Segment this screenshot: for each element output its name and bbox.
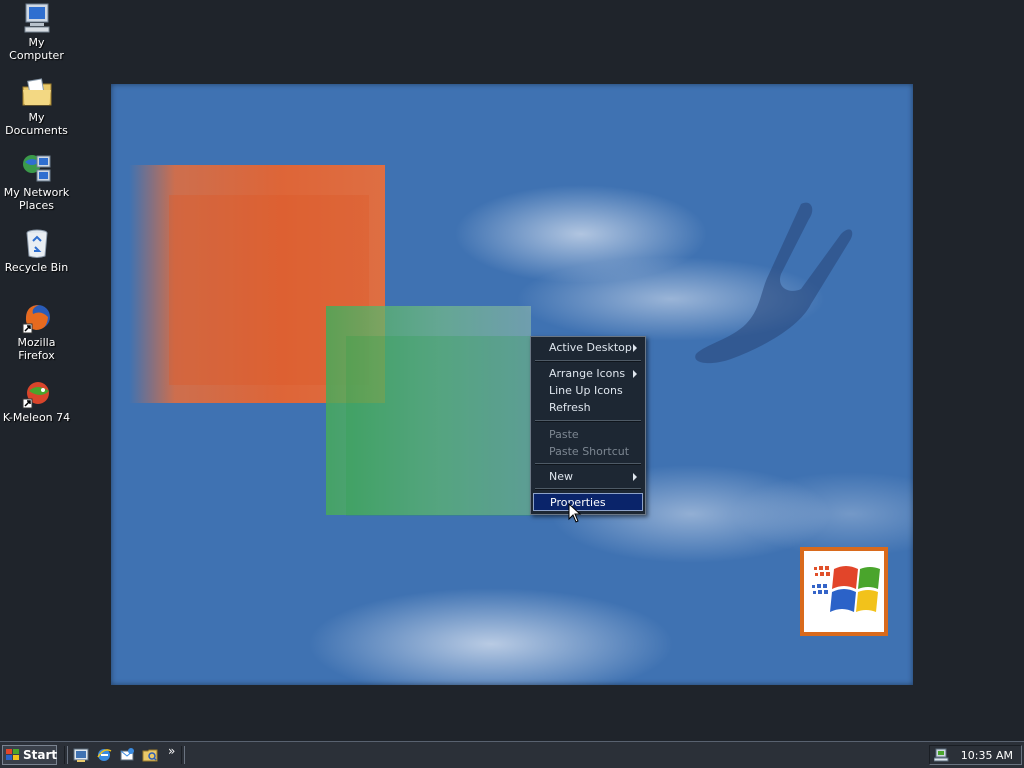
desktop-icon-mozilla-firefox[interactable]: Mozilla Firefox: [0, 302, 73, 362]
toolbar-grip[interactable]: [181, 746, 185, 764]
desktop-icon-my-documents[interactable]: My Documents: [0, 77, 73, 137]
menu-item-properties[interactable]: Properties: [533, 493, 643, 511]
clock[interactable]: 10:35 AM: [961, 749, 1013, 762]
menu-item-paste: Paste: [549, 428, 579, 441]
windows-logo: [800, 547, 888, 636]
internet-explorer-icon[interactable]: [96, 747, 112, 763]
menu-item-refresh[interactable]: Refresh: [533, 399, 643, 416]
wallpaper-green-panel: [326, 306, 531, 516]
my-documents-icon: [21, 77, 53, 109]
submenu-arrow-icon: [633, 473, 637, 481]
desktop-icon-my-network-places[interactable]: My Network Places: [0, 152, 73, 212]
quick-launch-overflow-button[interactable]: »: [168, 744, 175, 758]
mouse-pointer-icon: [568, 503, 582, 523]
firefox-icon: [21, 302, 53, 334]
menu-item-paste-shortcut: Paste Shortcut: [549, 445, 630, 458]
menu-item-active-desktop[interactable]: Active Desktop: [533, 339, 643, 356]
wallpaper: [111, 84, 913, 685]
toolbar-grip[interactable]: [64, 746, 68, 764]
desktop-icon-my-computer[interactable]: My Computer: [0, 2, 73, 62]
menu-separator: [535, 360, 641, 362]
menu-item-line-up-icons[interactable]: Line Up Icons: [533, 382, 643, 399]
menu-separator: [535, 420, 641, 422]
wallpaper-diver-silhouette: [695, 202, 853, 364]
desktop-context-menu: Active Desktop Arrange Icons Line Up Ico…: [530, 336, 646, 515]
recycle-bin-icon: [21, 227, 53, 259]
menu-separator: [535, 488, 641, 490]
windows-flag-icon: [6, 749, 19, 760]
taskbar: Start » 10:35 AM: [0, 741, 1024, 768]
kmeleon-icon: [21, 377, 53, 409]
menu-separator: [535, 463, 641, 465]
menu-item-new[interactable]: New: [533, 468, 643, 485]
submenu-arrow-icon: [633, 344, 637, 352]
show-desktop-icon[interactable]: [73, 747, 89, 763]
submenu-arrow-icon: [633, 370, 637, 378]
menu-item-arrange-icons[interactable]: Arrange Icons: [533, 365, 643, 382]
my-computer-icon: [21, 2, 53, 34]
system-tray: 10:35 AM: [929, 745, 1022, 765]
network-places-icon: [21, 152, 53, 184]
windows-explorer-icon[interactable]: [142, 747, 158, 763]
desktop[interactable]: My Computer My Documents My Network Plac…: [0, 0, 1024, 741]
network-tray-icon[interactable]: [934, 747, 950, 763]
outlook-express-icon[interactable]: [119, 747, 135, 763]
desktop-icon-k-meleon[interactable]: K-Meleon 74: [0, 377, 73, 424]
start-button[interactable]: Start: [2, 745, 57, 765]
desktop-icon-recycle-bin[interactable]: Recycle Bin: [0, 227, 73, 274]
